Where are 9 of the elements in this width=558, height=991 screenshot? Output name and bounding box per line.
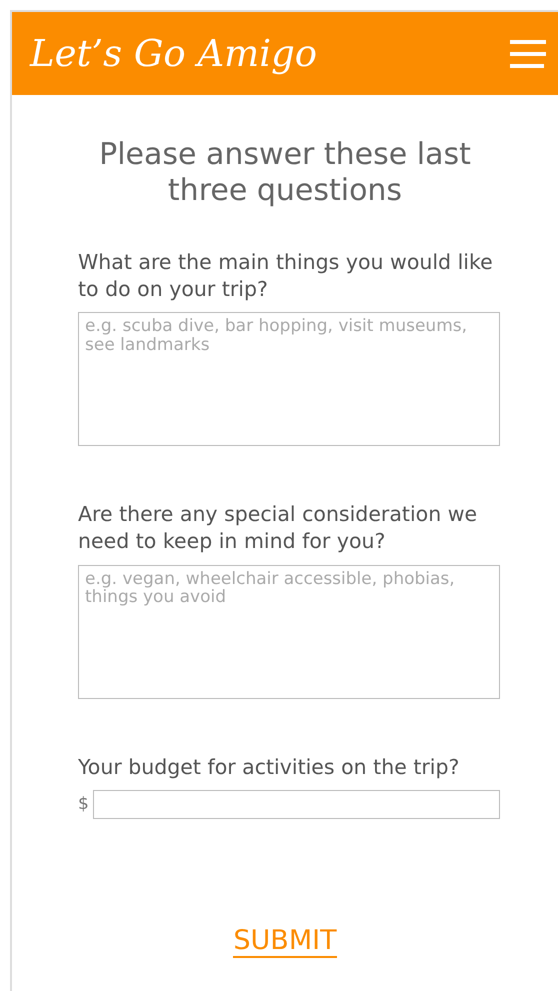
page-heading: Please answer these last three questions: [98, 137, 472, 209]
question-label: Your budget for activities on the trip?: [78, 754, 460, 780]
answer-field[interactable]: e.g. scuba dive, bar hopping, visit museums, see landmarks: [78, 312, 500, 446]
currency-symbol: $: [78, 792, 89, 816]
question-label: What are the main things you would like to do on your trip?: [78, 249, 494, 302]
budget-field[interactable]: [92, 790, 500, 820]
question-label: Are there any special consideration we need to keep in mind for you?: [78, 501, 478, 555]
submit-link[interactable]: SUBMIT: [233, 925, 337, 958]
answer-field[interactable]: e.g. vegan, wheelchair accessible, phobias, things you avoid: [78, 564, 500, 699]
